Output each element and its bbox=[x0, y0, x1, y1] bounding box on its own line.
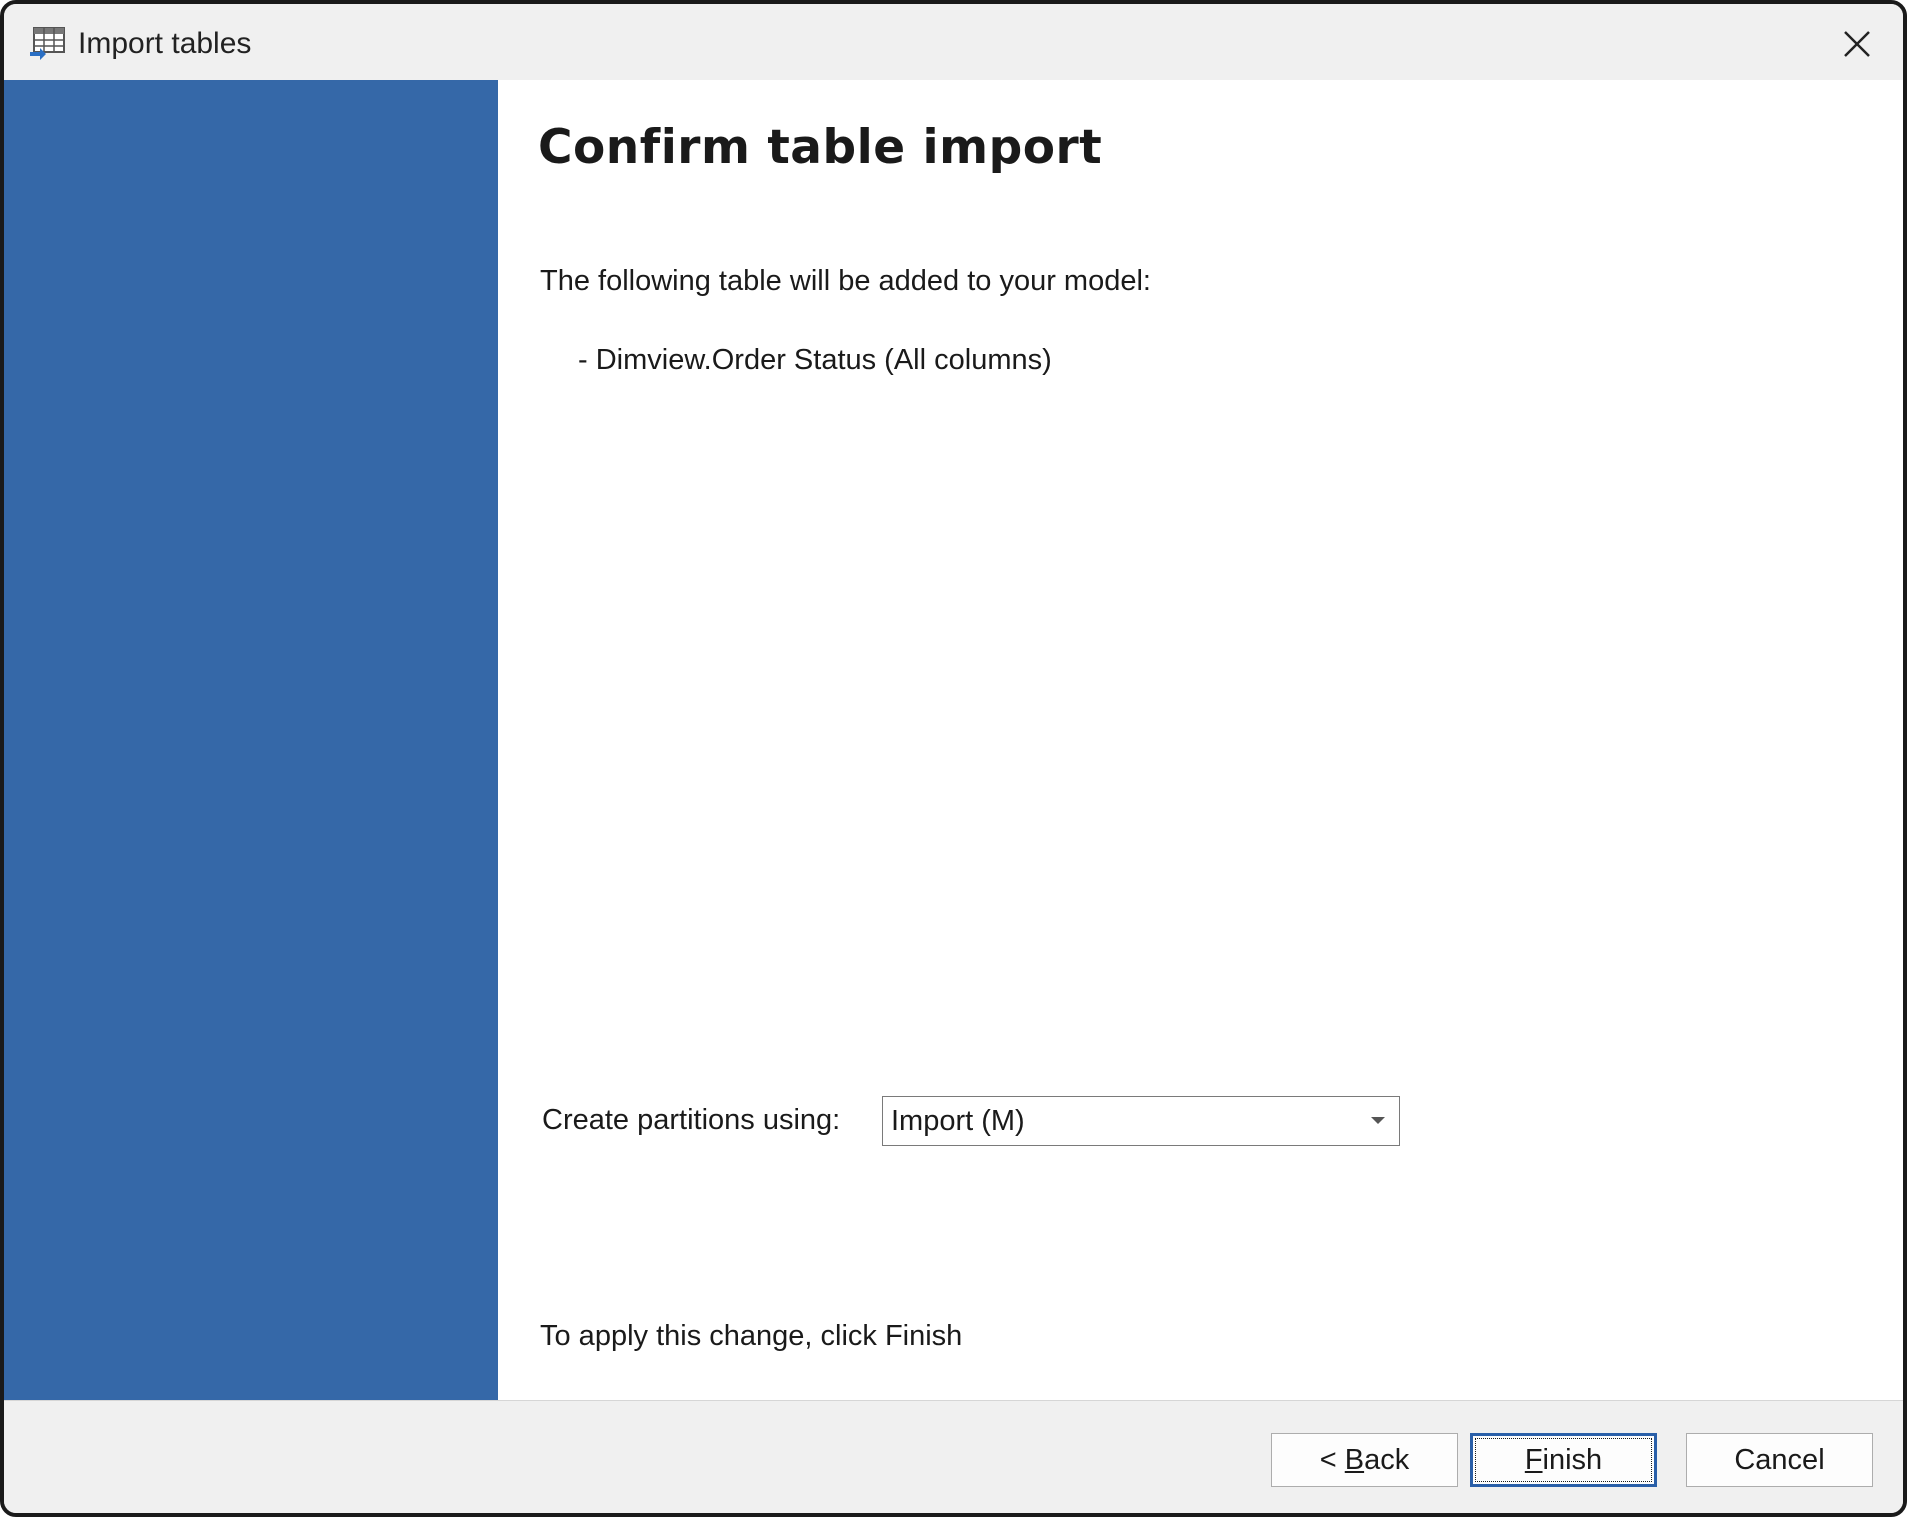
partition-mode-value: Import (M) bbox=[891, 1105, 1025, 1137]
table-list-item: - Dimview.Order Status (All columns) bbox=[578, 344, 1052, 376]
apply-note: To apply this change, click Finish bbox=[540, 1320, 963, 1352]
back-button[interactable]: < Back bbox=[1271, 1433, 1458, 1487]
import-tables-dialog: Import tables Confirm table import The f… bbox=[0, 0, 1907, 1517]
partition-mode-select[interactable]: Import (M) bbox=[882, 1096, 1400, 1146]
wizard-content: Confirm table import The following table… bbox=[498, 80, 1903, 1400]
button-bar: < Back Finish Cancel bbox=[4, 1400, 1903, 1513]
back-prefix: < bbox=[1319, 1443, 1345, 1476]
finish-mnemonic: F bbox=[1524, 1443, 1543, 1476]
finish-button[interactable]: Finish bbox=[1470, 1433, 1657, 1487]
cancel-label: Cancel bbox=[1734, 1443, 1825, 1476]
chevron-down-icon bbox=[1371, 1117, 1385, 1124]
intro-text: The following table will be added to you… bbox=[540, 265, 1151, 297]
wizard-sidebar bbox=[4, 80, 498, 1400]
cancel-button[interactable]: Cancel bbox=[1686, 1433, 1873, 1487]
close-icon bbox=[1844, 31, 1870, 57]
back-mnemonic: B bbox=[1344, 1443, 1365, 1476]
partition-label: Create partitions using: bbox=[542, 1104, 841, 1136]
back-label-rest: ack bbox=[1364, 1443, 1410, 1476]
import-table-icon bbox=[28, 26, 66, 60]
finish-label-rest: inish bbox=[1542, 1443, 1603, 1476]
page-title: Confirm table import bbox=[538, 120, 1103, 175]
close-button[interactable] bbox=[1835, 22, 1879, 66]
window-title: Import tables bbox=[78, 27, 252, 60]
title-bar: Import tables bbox=[4, 4, 1903, 80]
